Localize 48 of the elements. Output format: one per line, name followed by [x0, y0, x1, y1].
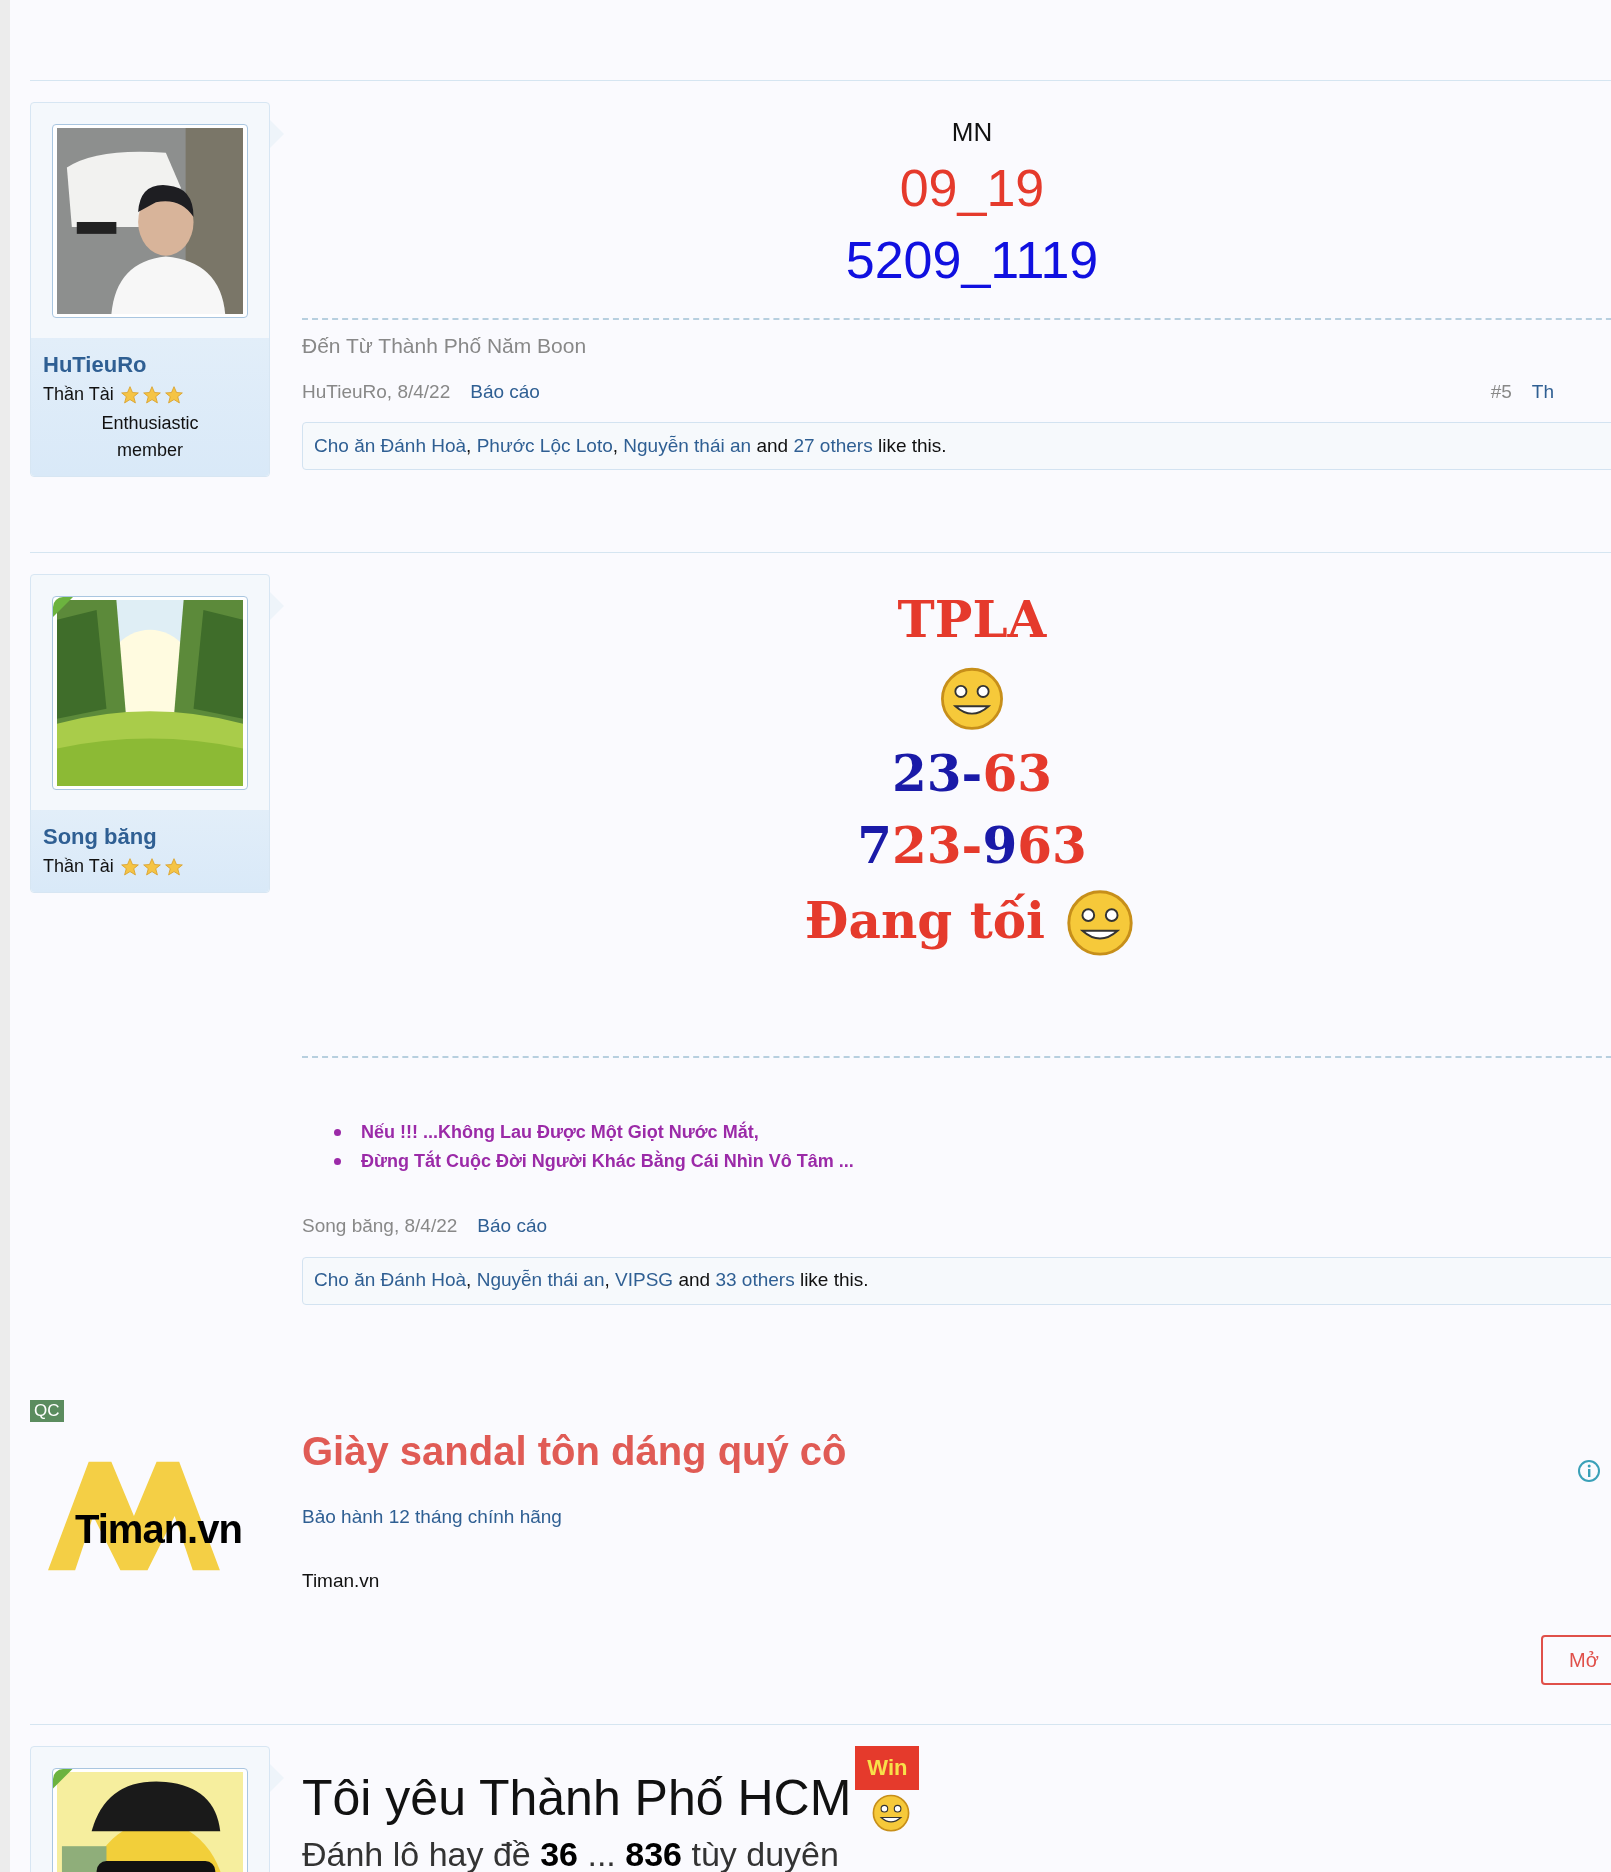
others-link[interactable]: 33 others — [715, 1269, 795, 1291]
star-icon — [141, 384, 162, 405]
info-icon — [1577, 1458, 1601, 1483]
post-text: Đang tối — [804, 890, 1046, 952]
signature-text: Đến Từ Thành Phố Năm Boon — [302, 333, 588, 359]
user-rank: Thần Tài — [43, 383, 114, 406]
signature-text: Đừng Tắt Cuộc Đời Người Khác Bằng Cái Nhìn Vô Tâm ... — [361, 1149, 854, 1173]
bullet-icon — [334, 1129, 341, 1136]
user-title: Enthusiastic member — [100, 412, 200, 462]
ad-title: Giày sandal tôn dáng quý cô — [302, 1427, 847, 1475]
user-link[interactable]: Cho ăn Đánh Hoà — [314, 1269, 467, 1291]
post-number-link[interactable]: #5 — [1490, 377, 1512, 406]
post-text: 23-63 — [892, 743, 1052, 805]
post-text: 5209_1119 — [845, 230, 1099, 291]
user-rank: Thần Tài — [43, 855, 114, 878]
win-badge: Win — [855, 1745, 920, 1790]
post-text: TPLA — [897, 589, 1047, 651]
star-icon — [119, 384, 140, 405]
user-link[interactable]: Nguyễn thái an — [623, 434, 752, 456]
report-link[interactable]: Báo cáo — [477, 1212, 548, 1241]
others-link[interactable]: 27 others — [793, 434, 873, 456]
post-action-link[interactable]: Th — [1531, 377, 1554, 406]
likes-text: Cho ăn Đánh Hoà, Phước Lộc Loto, Nguyễn thái an and 27 others like this. — [314, 433, 947, 458]
signature-text: Nếu !!! ...Không Lau Được Một Giọt Nước Mắt, — [361, 1120, 759, 1144]
post-text: 723-963 — [857, 815, 1087, 877]
ad-site: Timan.vn — [302, 1569, 381, 1593]
user-link[interactable]: Phước Lộc Loto — [476, 434, 613, 456]
open-button[interactable]: Mở — [1541, 1634, 1611, 1685]
username-link[interactable]: HuTieuRo — [43, 348, 257, 381]
post-text: MN — [951, 116, 993, 149]
star-icon — [163, 856, 184, 877]
author-date: HuTieuRo, 8/4/22 — [302, 379, 451, 404]
ad-label: QC — [30, 1399, 64, 1422]
post-text: Đánh lô hay đề 36 ... 836 tùy duyên — [302, 1833, 840, 1872]
report-link[interactable]: Báo cáo — [470, 377, 540, 406]
ad-subtitle: Bảo hành 12 tháng chính hãng — [302, 1504, 563, 1529]
star-icon — [141, 856, 162, 877]
likes-text: Cho ăn Đánh Hoà, Nguyễn thái an, VIPSG and 33 others like this. — [314, 1268, 869, 1293]
star-icon — [163, 384, 184, 405]
star-icon — [119, 856, 140, 877]
bullet-icon — [334, 1158, 341, 1165]
post-text: 09_19 — [899, 158, 1045, 219]
username-link[interactable]: Song băng — [43, 820, 257, 853]
user-link[interactable]: Cho ăn Đánh Hoà — [314, 434, 467, 456]
user-link[interactable]: Nguyễn thái an — [476, 1269, 605, 1291]
post-heading: Tôi yêu Thành Phố HCM — [302, 1768, 852, 1828]
user-link[interactable]: VIPSG — [615, 1269, 674, 1291]
author-date: Song băng, 8/4/22 — [302, 1214, 458, 1238]
